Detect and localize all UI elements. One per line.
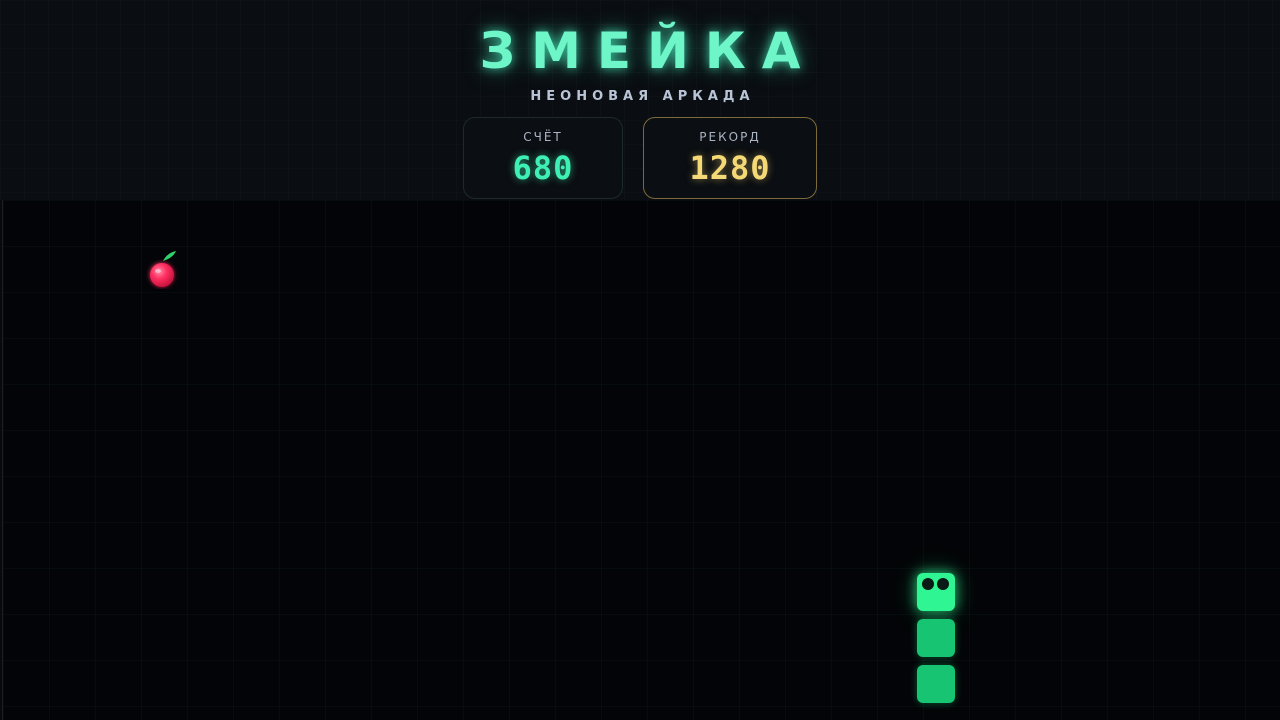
game-header: ЗМЕЙКА НЕОНОВАЯ АРКАДА СЧЁТ 680 РЕКОРД 1… [0, 0, 1280, 200]
snake-eye-right [937, 578, 949, 590]
apple-icon [150, 251, 176, 287]
score-value: 680 [512, 149, 574, 187]
game-page: ЗМЕЙКА НЕОНОВАЯ АРКАДА СЧЁТ 680 РЕКОРД 1… [0, 0, 1280, 720]
score-card: СЧЁТ 680 [463, 117, 623, 199]
game-board[interactable] [2, 200, 1280, 720]
game-subtitle: НЕОНОВАЯ АРКАДА [530, 89, 755, 104]
game-title: ЗМЕЙКА [479, 22, 817, 80]
record-card: РЕКОРД 1280 [643, 117, 817, 199]
snake-eye-left [922, 578, 934, 590]
snake-body-segment [917, 665, 955, 703]
record-label: РЕКОРД [699, 130, 761, 144]
score-label: СЧЁТ [523, 130, 563, 144]
snake-body-segment [917, 619, 955, 657]
snake-head [917, 573, 955, 611]
record-value: 1280 [689, 149, 771, 187]
